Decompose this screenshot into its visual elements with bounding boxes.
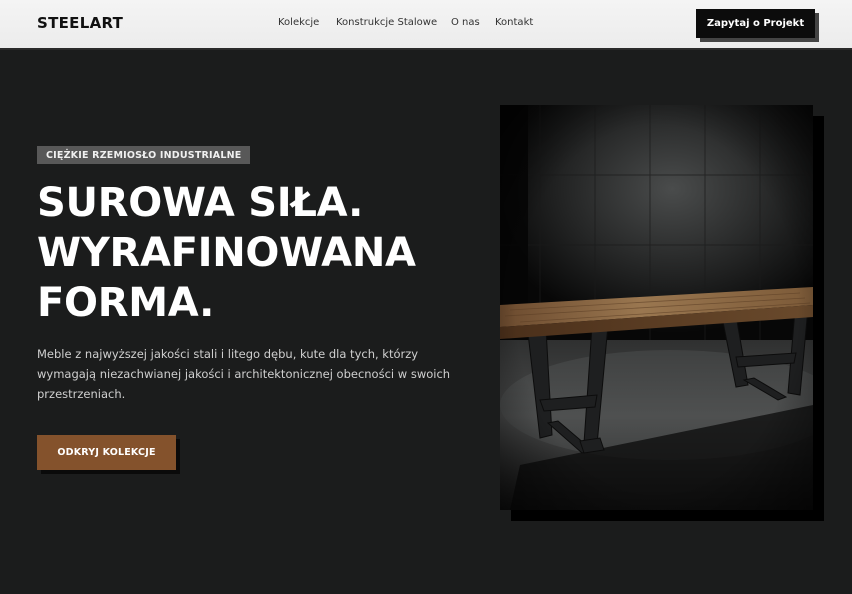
table-photo-illustration: [500, 105, 813, 510]
nav-link-o-nas[interactable]: O nas: [451, 17, 480, 28]
headline-line-2: WYRAFINOWANA: [37, 230, 416, 276]
nav-link-konstrukcje-stalowe[interactable]: Konstrukcje Stalowe: [336, 17, 437, 28]
nav-link-kontakt[interactable]: Kontakt: [495, 17, 533, 28]
site-header: STEELART Kolekcje Konstrukcje Stalowe O …: [0, 0, 852, 50]
explore-collections-button[interactable]: ODKRYJ KOLEKCJE: [37, 435, 176, 470]
hero-product-image: [500, 105, 813, 510]
headline-line-1: SUROWA SIŁA.: [37, 180, 363, 226]
request-project-button[interactable]: Zapytaj o Projekt: [696, 9, 815, 38]
category-badge: CIĘŻKIE RZEMIOSŁO INDUSTRIALNE: [37, 146, 251, 164]
hero-headline: SUROWA SIŁA. WYRAFINOWANA FORMA.: [37, 178, 477, 328]
nav-link-kolekcje[interactable]: Kolekcje: [278, 17, 319, 28]
headline-line-3: FORMA.: [37, 280, 215, 326]
hero-description: Meble z najwyższej jakości stali i liteg…: [37, 347, 451, 401]
logo[interactable]: STEELART: [37, 14, 123, 32]
